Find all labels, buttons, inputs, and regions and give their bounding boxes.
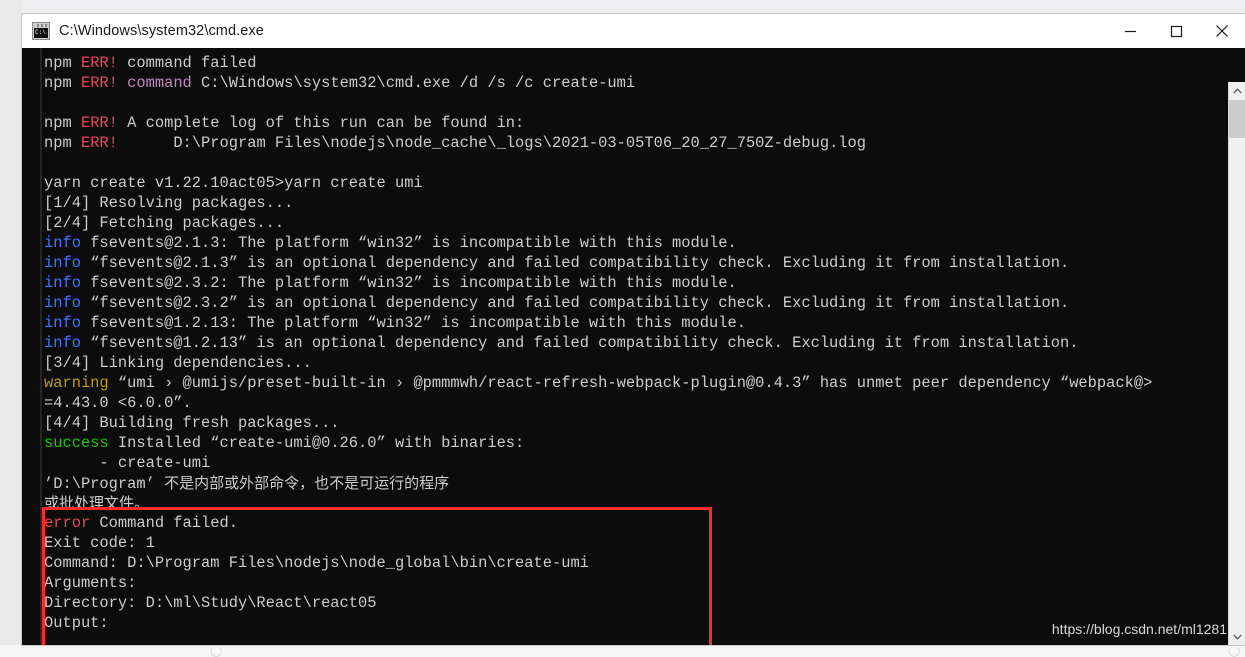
terminal-span: Command: D:\Program Files\nodejs\node_gl… (44, 554, 589, 572)
terminal-span: A complete log of this run can be found … (127, 114, 525, 132)
terminal-line: info “fsevents@1.2.13” is an optional de… (44, 333, 1245, 353)
terminal-span: npm (44, 74, 81, 92)
scrollbar-thumb[interactable] (1229, 100, 1245, 138)
scroll-down-arrow-icon[interactable] (1229, 628, 1245, 645)
terminal-span: info (44, 334, 81, 352)
terminal-span: fsevents@2.3.2: The platform “win32” is … (80, 274, 737, 292)
terminal-line: npm ERR! D:\Program Files\nodejs\node_ca… (44, 133, 1245, 153)
terminal-span: ERR! (80, 114, 128, 132)
terminal-span: [4/4] Building fresh packages... (44, 414, 340, 432)
terminal-line: info “fsevents@2.1.3” is an optional dep… (44, 253, 1245, 273)
terminal-span: “umi › @umijs/preset-built-in › @pmmmwh/… (108, 374, 1153, 392)
terminal-span: fsevents@1.2.13: The platform “win32” is… (80, 314, 746, 332)
terminal-span: info (44, 254, 81, 272)
console-left-edge (40, 48, 42, 645)
terminal-span: Installed “create-umi@0.26.0” with binar… (108, 434, 525, 452)
terminal-span: command (127, 74, 192, 92)
window-title: C:\Windows\system32\cmd.exe (59, 23, 264, 39)
scroll-up-arrow-icon[interactable] (1229, 82, 1245, 99)
terminal-line: npm ERR! command C:\Windows\system32\cmd… (44, 73, 1245, 93)
terminal-span: info (44, 294, 81, 312)
terminal-line: Arguments: (44, 573, 1245, 593)
terminal-span: success (44, 434, 109, 452)
terminal-span: “fsevents@2.3.2” is an optional dependen… (80, 294, 1070, 312)
terminal-span: fsevents@2.1.3: The platform “win32” is … (80, 234, 737, 252)
terminal-line: Exit code: 1 (44, 533, 1245, 553)
terminal-span: “fsevents@1.2.13” is an optional depende… (80, 334, 1079, 352)
terminal-text: npm ERR! command failed npm ERR! command … (44, 53, 1245, 633)
terminal-span: ERR! (80, 54, 128, 72)
terminal-span: C:\Windows\system32\cmd.exe /d /s /c cre… (191, 74, 636, 92)
terminal-span: info (44, 234, 81, 252)
terminal-span: npm (44, 114, 81, 132)
terminal-line: =4.43.0 <6.0.0”. (44, 393, 1245, 413)
terminal-span: Output: (44, 614, 109, 632)
terminal-line: ’D:\Program’ 不是内部或外部命令，也不是可运行的程序 (44, 473, 1245, 493)
terminal-span: info (44, 274, 81, 292)
terminal-line: info “fsevents@2.3.2” is an optional dep… (44, 293, 1245, 313)
terminal-span: Arguments: (44, 574, 146, 592)
terminal-line: npm ERR! command failed (44, 53, 1245, 73)
close-button[interactable] (1199, 15, 1245, 48)
terminal-line: info fsevents@2.1.3: The platform “win32… (44, 233, 1245, 253)
terminal-span: yarn create v1.22.10act05>yarn create um… (44, 174, 423, 192)
vertical-scrollbar[interactable] (1228, 82, 1245, 645)
terminal-line: [3/4] Linking dependencies... (44, 353, 1245, 373)
terminal-span: command failed (127, 54, 257, 72)
terminal-span: ERR! (80, 134, 128, 152)
terminal-span: Directory: D:\ml\Study\React\react05 (44, 594, 377, 612)
terminal-output[interactable]: npm ERR! command failed npm ERR! command … (22, 48, 1245, 645)
terminal-span: =4.43.0 <6.0.0”. (44, 394, 192, 412)
terminal-line: Directory: D:\ml\Study\React\react05 (44, 593, 1245, 613)
watermark-url: https://blog.csdn.net/ml1281 (1051, 621, 1227, 637)
terminal-span: ’D:\Program’ (44, 475, 165, 493)
maximize-button[interactable] (1153, 15, 1199, 48)
terminal-line: error Command failed. (44, 513, 1245, 533)
terminal-line: [2/4] Fetching packages... (44, 213, 1245, 233)
terminal-span: error (44, 514, 91, 532)
desktop-backdrop-left (0, 0, 22, 645)
terminal-line: success Installed “create-umi@0.26.0” wi… (44, 433, 1245, 453)
terminal-span: warning (44, 374, 109, 392)
terminal-line: 或批处理文件。 (44, 493, 1245, 513)
terminal-line: [1/4] Resolving packages... (44, 193, 1245, 213)
terminal-line: [4/4] Building fresh packages... (44, 413, 1245, 433)
cmd-window: C:\Windows\system32\cmd.exe (22, 14, 1245, 645)
terminal-span: D:\Program Files\nodejs\node_cache\_logs… (127, 134, 867, 152)
terminal-span: 或批处理文件。 (44, 494, 150, 512)
terminal-line: - create-umi (44, 453, 1245, 473)
screen: ◯ ◯ C:\Windows\system32\cmd.exe (0, 0, 1245, 657)
terminal-span: Command failed. (90, 514, 238, 532)
desktop-backdrop-top (0, 0, 1245, 14)
terminal-span: [2/4] Fetching packages... (44, 214, 285, 232)
terminal-span: ERR! (80, 74, 128, 92)
terminal-line: npm ERR! A complete log of this run can … (44, 113, 1245, 133)
terminal-span: - create-umi (44, 454, 211, 472)
terminal-line: Command: D:\Program Files\nodejs\node_gl… (44, 553, 1245, 573)
terminal-line: yarn create v1.22.10act05>yarn create um… (44, 173, 1245, 193)
title-bar[interactable]: C:\Windows\system32\cmd.exe (22, 14, 1245, 49)
terminal-span: 不是内部或外部命令，也不是可运行的程序 (164, 474, 450, 492)
taskbar-strip: ◯ ◯ (0, 648, 1245, 657)
terminal-span: npm (44, 54, 81, 72)
terminal-line: warning “umi › @umijs/preset-built-in › … (44, 373, 1245, 393)
terminal-span: “fsevents@2.1.3” is an optional dependen… (80, 254, 1070, 272)
terminal-line: info fsevents@1.2.13: The platform “win3… (44, 313, 1245, 333)
terminal-span: info (44, 314, 81, 332)
cmd-console-icon (32, 22, 50, 40)
minimize-button[interactable] (1107, 15, 1153, 48)
terminal-span: [1/4] Resolving packages... (44, 194, 294, 212)
terminal-span: [3/4] Linking dependencies... (44, 354, 312, 372)
terminal-span: Exit code: 1 (44, 534, 155, 552)
terminal-line: info fsevents@2.3.2: The platform “win32… (44, 273, 1245, 293)
terminal-span: npm (44, 134, 81, 152)
